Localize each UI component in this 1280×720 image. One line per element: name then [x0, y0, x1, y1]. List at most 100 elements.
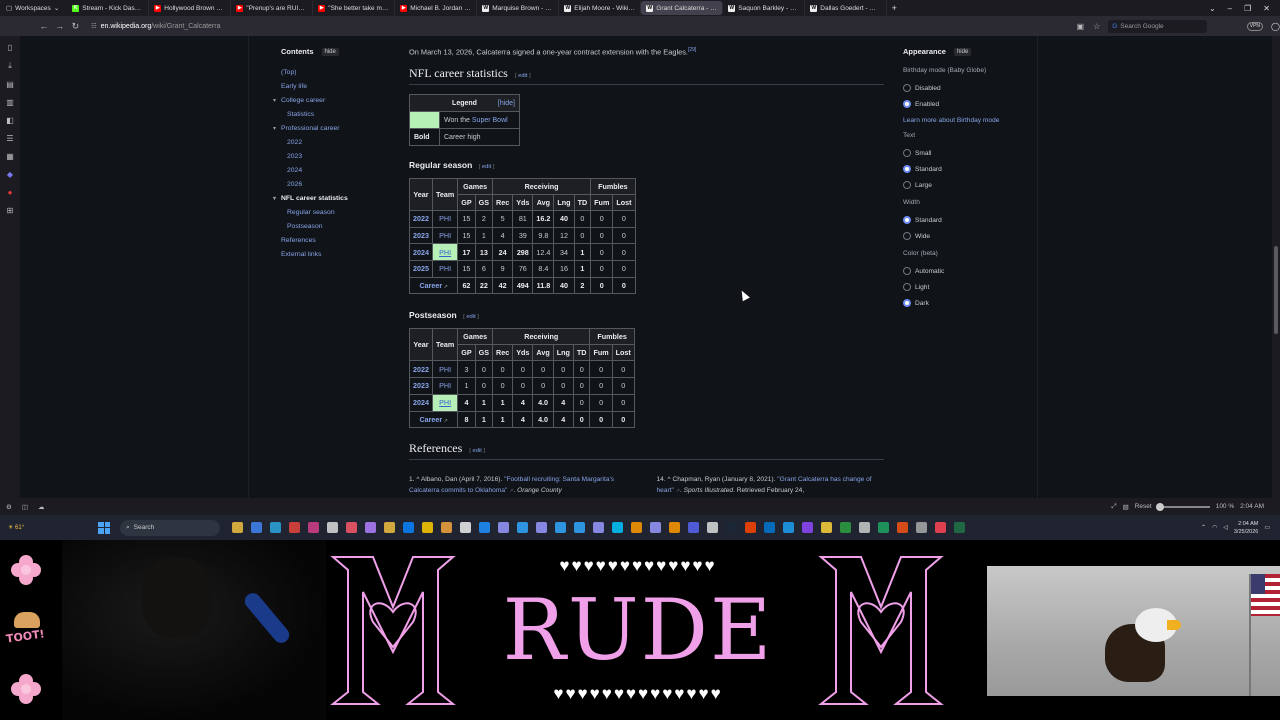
chevron-down-icon[interactable]: ▾: [273, 192, 276, 206]
vivaldi-icon[interactable]: ●: [8, 188, 13, 197]
browser-tab[interactable]: ▶Michael B. Jordan is the n...: [395, 1, 478, 15]
taskbar-app-icon[interactable]: [365, 522, 376, 533]
taskbar-app-icon[interactable]: [631, 522, 642, 533]
chevron-down-icon[interactable]: ▾: [273, 94, 276, 108]
notes-icon[interactable]: ▥: [6, 98, 14, 107]
year-link[interactable]: 2022: [409, 210, 433, 228]
taskbar-app-icon[interactable]: [441, 522, 452, 533]
taskbar-app-icon[interactable]: [650, 522, 661, 533]
team-link[interactable]: PHI: [431, 243, 459, 262]
taskbar-app-icon[interactable]: [422, 522, 433, 533]
taskbar-app-icon[interactable]: [403, 522, 414, 533]
width-option[interactable]: Standard: [903, 212, 1023, 228]
legend-hide-link[interactable]: [hide]: [498, 100, 515, 107]
page-scrollbar[interactable]: [1272, 36, 1280, 498]
restore-icon[interactable]: ❐: [1244, 4, 1251, 13]
toc-item[interactable]: Regular season: [281, 206, 401, 220]
year-link[interactable]: 2024: [409, 393, 433, 412]
taskbar-app-icon[interactable]: [555, 522, 566, 533]
toc-item[interactable]: Statistics: [281, 108, 401, 122]
team-link[interactable]: PHI: [431, 377, 459, 395]
career-link[interactable]: Career ↗: [408, 276, 459, 295]
notifications-icon[interactable]: ▭: [1264, 524, 1270, 531]
citation-link[interactable]: [29]: [688, 47, 696, 53]
chevron-down-icon[interactable]: ▾: [273, 122, 276, 136]
reader-view-icon[interactable]: ▣: [1077, 22, 1085, 31]
browser-tab[interactable]: ▶"Prenup's are RUINING M...: [231, 1, 314, 15]
radio-button[interactable]: [903, 232, 911, 240]
taskbar-app-icon[interactable]: [517, 522, 528, 533]
birthday-mode-option[interactable]: Enabled: [903, 96, 1023, 112]
radio-button[interactable]: [903, 267, 911, 275]
site-info-icon[interactable]: ☷: [91, 23, 96, 30]
taskbar-app-icon[interactable]: [783, 522, 794, 533]
taskbar-app-icon[interactable]: [612, 522, 623, 533]
tray-overflow-icon[interactable]: ⌃: [1201, 524, 1206, 531]
year-link[interactable]: 2023: [409, 226, 433, 245]
browser-tab[interactable]: WSaquon Barkley - Wikipedi...: [723, 1, 806, 15]
toc-item[interactable]: ▾ Professional career: [273, 122, 401, 136]
workspaces-button[interactable]: ▢ Workspaces ⌄: [0, 0, 67, 16]
taskbar-app-icon[interactable]: [593, 522, 604, 533]
edit-link-regular[interactable]: [ edit ]: [479, 164, 495, 170]
toc-item[interactable]: ▾ College career: [273, 94, 401, 108]
browser-tab[interactable]: WDallas Goedert - Wikipedi...: [805, 1, 888, 15]
taskbar-app-icon[interactable]: [232, 522, 243, 533]
taskbar-app-icon[interactable]: [802, 522, 813, 533]
toc-item[interactable]: Postseason: [281, 220, 401, 234]
year-link[interactable]: 2023: [409, 377, 433, 395]
text-size-option[interactable]: Small: [903, 145, 1023, 161]
edit-link-nfl[interactable]: [ edit ]: [515, 73, 531, 79]
reading-list-icon[interactable]: ▦: [6, 152, 14, 161]
network-icon[interactable]: ◠: [1212, 524, 1217, 531]
translate-icon[interactable]: ◧: [6, 116, 14, 125]
super-bowl-link[interactable]: Super Bowl: [472, 117, 508, 124]
taskbar-app-icon[interactable]: [669, 522, 680, 533]
team-link[interactable]: PHI: [431, 210, 459, 228]
taskbar-app-icon[interactable]: [821, 522, 832, 533]
taskbar-app-icon[interactable]: [764, 522, 775, 533]
taskbar-app-icon[interactable]: [707, 522, 718, 533]
taskbar-search[interactable]: ⌕ Search: [120, 519, 220, 536]
radio-button[interactable]: [903, 165, 911, 173]
team-link[interactable]: PHI: [431, 226, 459, 245]
taskbar-app-icon[interactable]: [289, 522, 300, 533]
history-icon[interactable]: ▤: [6, 80, 14, 89]
forward-icon[interactable]: →: [52, 21, 68, 31]
tab-list-icon[interactable]: ⌄: [1209, 4, 1216, 13]
image-toggle-icon[interactable]: ▧: [1123, 503, 1129, 511]
taskbar-app-icon[interactable]: [536, 522, 547, 533]
taskbar-app-icon[interactable]: [384, 522, 395, 533]
text-size-option[interactable]: Large: [903, 177, 1023, 193]
zoom-slider-knob[interactable]: [1155, 502, 1164, 511]
new-tab-button[interactable]: +: [887, 3, 901, 13]
downloads-icon[interactable]: ⤓: [8, 61, 12, 71]
width-option[interactable]: Wide: [903, 228, 1023, 244]
mastodon-icon[interactable]: ◆: [7, 170, 13, 179]
reset-label[interactable]: Reset: [1135, 503, 1152, 510]
zoom-slider[interactable]: [1155, 502, 1210, 511]
taskbar-app-icon[interactable]: [935, 522, 946, 533]
birthday-mode-option[interactable]: Disabled: [903, 80, 1023, 96]
minimize-icon[interactable]: –: [1228, 4, 1232, 13]
year-link[interactable]: 2025: [409, 260, 433, 278]
browser-tab[interactable]: KStream - Kick Dashboard: [67, 1, 150, 15]
search-input[interactable]: G Search Google: [1108, 19, 1207, 33]
taskbar-app-icon[interactable]: [726, 522, 737, 533]
taskbar-app-icon[interactable]: [916, 522, 927, 533]
radio-button[interactable]: [903, 100, 911, 108]
vpn-icon[interactable]: VPN: [1246, 21, 1264, 31]
edit-link-references[interactable]: [ edit ]: [469, 448, 485, 454]
taskbar-app-icon[interactable]: [897, 522, 908, 533]
toc-item[interactable]: (Top): [281, 66, 401, 80]
browser-tab[interactable]: WMarquise Brown - Wikipedi...: [477, 1, 560, 15]
edit-link-postseason[interactable]: [ edit ]: [463, 314, 479, 320]
team-link[interactable]: PHI: [431, 260, 459, 278]
taskbar-app-icon[interactable]: [498, 522, 509, 533]
taskbar-app-icon[interactable]: [270, 522, 281, 533]
text-size-option[interactable]: Standard: [903, 161, 1023, 177]
windows-start-button[interactable]: [98, 521, 110, 534]
toc-item[interactable]: ▾ NFL career statistics: [273, 192, 401, 206]
year-link[interactable]: 2022: [409, 360, 433, 379]
radio-button[interactable]: [903, 149, 911, 157]
